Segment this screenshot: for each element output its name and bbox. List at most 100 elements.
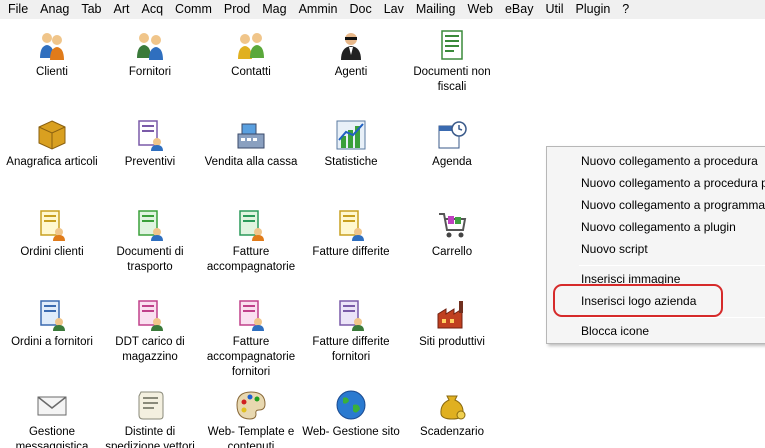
highlight-outline (553, 284, 723, 317)
label-fornitori: Fornitori (128, 66, 172, 78)
statistics-chart-icon (336, 120, 366, 150)
menu-separator (579, 317, 765, 318)
menu-lav[interactable]: Lav (378, 0, 410, 19)
menu-mailing[interactable]: Mailing (410, 0, 462, 19)
document-icon (441, 30, 463, 60)
desktop-icon-documenti-non-fiscali[interactable]: Documenti non fiscali (400, 28, 504, 95)
desktop-icon-fatture-differite-fornitori[interactable]: Fatture differite fornitori (299, 298, 403, 365)
menu-item-nuovo-script[interactable]: Nuovo script (581, 241, 648, 257)
contacts-people-icon (238, 33, 264, 59)
order-document-icon (40, 210, 65, 241)
desktop-icon-fatture-accompagnatorie-fornitori[interactable]: Fatture accompagnatorie fornitori (199, 298, 303, 380)
desktop-icon-fornitori[interactable]: Fornitori (98, 28, 202, 80)
label-documenti-non-fiscali: Documenti non fiscali (413, 66, 491, 93)
deferred-invoice-icon (339, 210, 364, 241)
menu-ebay[interactable]: eBay (499, 0, 540, 19)
supplier-deferred-invoice-icon (339, 300, 364, 331)
menu-plugin[interactable]: Plugin (570, 0, 617, 19)
menu-anag[interactable]: Anag (34, 0, 75, 19)
desktop-icon-agenti[interactable]: Agenti (299, 28, 403, 80)
label-vendita-alla-cassa: Vendita alla cassa (204, 156, 298, 168)
scroll-list-icon (138, 391, 164, 420)
menu-util[interactable]: Util (539, 0, 569, 19)
desktop-icon-preventivi[interactable]: Preventivi (98, 118, 202, 170)
label-preventivi: Preventivi (124, 156, 176, 168)
menu-item-nuovo-collegamento-procedura[interactable]: Nuovo collegamento a procedura (581, 153, 758, 169)
desktop-icon-scadenzario[interactable]: Scadenzario (400, 388, 504, 440)
label-ordini-clienti: Ordini clienti (20, 246, 84, 258)
label-fatture-accompagnatorie: Fatture accompagnatorie (206, 246, 296, 273)
agent-person-icon (341, 33, 361, 60)
menu-item-nuovo-collegamento-procedura-p[interactable]: Nuovo collegamento a procedura p (581, 175, 765, 191)
menu-tab[interactable]: Tab (75, 0, 107, 19)
desktop-icon-ordini-a-fornitori[interactable]: Ordini a fornitori (0, 298, 104, 350)
invoice-document-icon (239, 210, 264, 241)
suppliers-people-icon (137, 33, 163, 60)
menu-item-blocca-icone[interactable]: Blocca icone (581, 323, 649, 339)
warehouse-ddt-icon (138, 300, 163, 331)
label-fatture-accompagnatorie-fornitori: Fatture accompagnatorie fornitori (206, 336, 296, 378)
menu-acq[interactable]: Acq (136, 0, 170, 19)
cash-register-icon (237, 123, 265, 149)
label-statistiche: Statistiche (324, 156, 378, 168)
label-anagrafica-articoli: Anagrafica articoli (6, 156, 98, 168)
desktop-icon-web-template[interactable]: Web- Template e contenuti (199, 388, 303, 448)
money-bag-icon (440, 395, 466, 420)
label-scadenzario: Scadenzario (420, 426, 484, 438)
label-contatti: Contatti (231, 66, 271, 78)
quote-document-icon (138, 120, 163, 151)
label-ordini-a-fornitori: Ordini a fornitori (11, 336, 93, 348)
desktop-icon-statistiche[interactable]: Statistiche (299, 118, 403, 170)
transport-document-icon (138, 210, 163, 241)
desktop-icon-contatti[interactable]: Contatti (199, 28, 303, 80)
menu-art[interactable]: Art (108, 0, 136, 19)
desktop-icon-documenti-di-trasporto[interactable]: Documenti di trasporto (98, 208, 202, 275)
clients-people-icon (40, 33, 64, 60)
desktop-icon-vendita-alla-cassa[interactable]: Vendita alla cassa (199, 118, 303, 170)
desktop-icon-carrello[interactable]: Carrello (400, 208, 504, 260)
envelope-icon (37, 396, 67, 416)
label-gestione-messaggistica: Gestione messaggistica (15, 426, 89, 448)
supplier-order-icon (40, 300, 65, 331)
label-fatture-differite: Fatture differite (312, 246, 390, 258)
label-carrello: Carrello (431, 246, 473, 258)
shopping-cart-icon (439, 213, 467, 238)
menu-web[interactable]: Web (462, 0, 499, 19)
menu-mag[interactable]: Mag (256, 0, 292, 19)
boxes-icon (38, 120, 66, 150)
label-siti-produttivi: Siti produttivi (419, 336, 485, 348)
menu-help[interactable]: ? (616, 0, 635, 19)
label-web-template: Web- Template e contenuti (207, 426, 295, 448)
desktop-icon-siti-produttivi[interactable]: Siti produttivi (400, 298, 504, 350)
label-agenti: Agenti (334, 66, 368, 78)
globe-icon (336, 390, 366, 420)
menu-bar: File Anag Tab Art Acq Comm Prod Mag Ammi… (0, 0, 765, 19)
desktop-icon-distinte-spedizione[interactable]: Distinte di spedizione vettori (98, 388, 202, 448)
label-fatture-differite-fornitori: Fatture differite fornitori (312, 336, 390, 363)
label-web-gestione-sito: Web- Gestione sito (302, 426, 400, 438)
paint-palette-icon (236, 391, 266, 420)
menu-item-nuovo-collegamento-programma[interactable]: Nuovo collegamento a programma (581, 197, 765, 213)
desktop-icon-fatture-accompagnatorie[interactable]: Fatture accompagnatorie (199, 208, 303, 275)
supplier-invoice-icon (239, 300, 264, 331)
menu-prod[interactable]: Prod (218, 0, 256, 19)
desktop-icon-ordini-clienti[interactable]: Ordini clienti (0, 208, 104, 260)
desktop-icon-fatture-differite[interactable]: Fatture differite (299, 208, 403, 260)
menu-comm[interactable]: Comm (169, 0, 218, 19)
desktop-icon-clienti[interactable]: Clienti (0, 28, 104, 80)
factory-icon (437, 301, 463, 329)
desktop-icon-web-gestione-sito[interactable]: Web- Gestione sito (299, 388, 403, 440)
desktop-icon-anagrafica-articoli[interactable]: Anagrafica articoli (0, 118, 104, 170)
menu-ammin[interactable]: Ammin (293, 0, 344, 19)
menu-item-nuovo-collegamento-plugin[interactable]: Nuovo collegamento a plugin (581, 219, 736, 235)
label-distinte-spedizione: Distinte di spedizione vettori (105, 426, 195, 448)
desktop-icon-ddt-carico-magazzino[interactable]: DDT carico di magazzino (98, 298, 202, 365)
menu-file[interactable]: File (0, 0, 34, 19)
label-clienti: Clienti (36, 66, 68, 78)
desktop-icon-agenda[interactable]: Agenda (400, 118, 504, 170)
desktop-icon-gestione-messaggistica[interactable]: Gestione messaggistica (0, 388, 104, 448)
calendar-clock-icon (438, 121, 467, 149)
label-documenti-di-trasporto: Documenti di trasporto (116, 246, 184, 273)
menu-doc[interactable]: Doc (344, 0, 378, 19)
label-ddt-carico-magazzino: DDT carico di magazzino (115, 336, 185, 363)
